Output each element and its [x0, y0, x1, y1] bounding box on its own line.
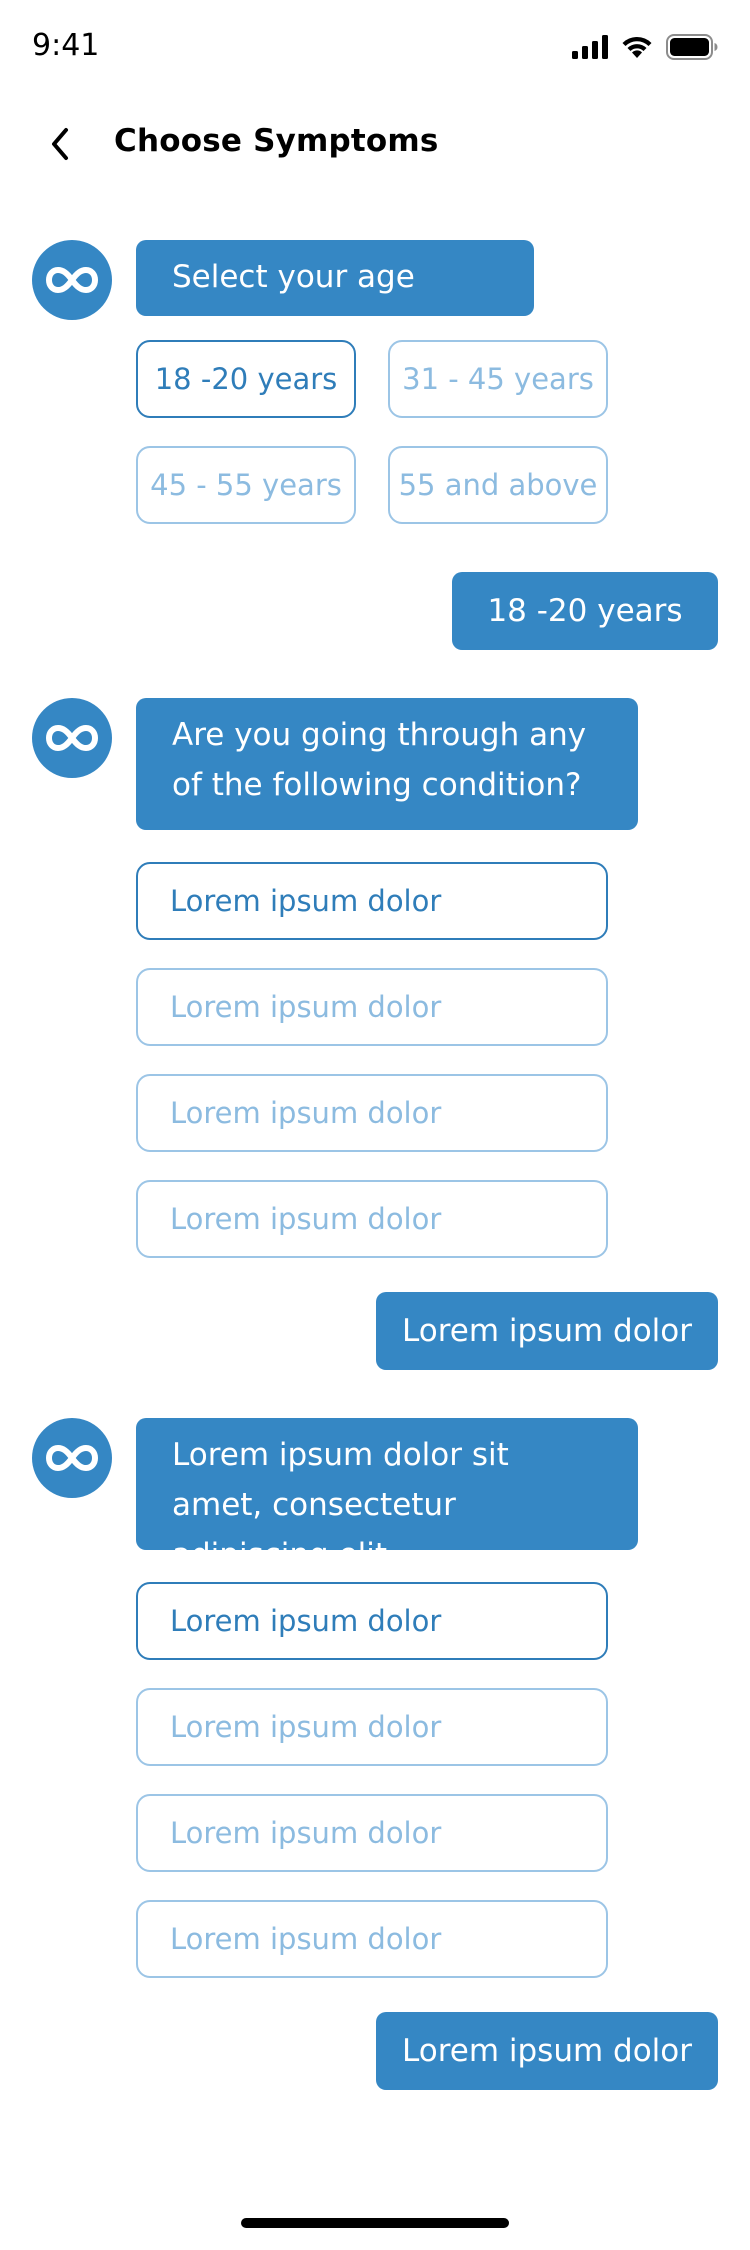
infinity-icon [46, 1445, 98, 1471]
option-label: Lorem ipsum dolor [170, 1096, 442, 1130]
option-label: 55 and above [398, 468, 598, 502]
back-button[interactable] [38, 122, 82, 166]
signal-icon [572, 35, 608, 59]
option-label: Lorem ipsum dolor [170, 990, 442, 1024]
status-time: 9:41 [32, 28, 100, 63]
symptom-option[interactable]: Lorem ipsum dolor [136, 1582, 608, 1660]
option-label: 18 -20 years [154, 362, 338, 396]
bot-message: Are you going through any of the followi… [136, 698, 638, 830]
user-reply-text: Lorem ipsum dolor [402, 2033, 692, 2069]
condition-option[interactable]: Lorem ipsum dolor [136, 1074, 608, 1152]
option-label: Lorem ipsum dolor [170, 1202, 442, 1236]
home-indicator [241, 2218, 509, 2228]
condition-option[interactable]: Lorem ipsum dolor [136, 968, 608, 1046]
user-reply: 18 -20 years [452, 572, 718, 650]
condition-option[interactable]: Lorem ipsum dolor [136, 1180, 608, 1258]
condition-option[interactable]: Lorem ipsum dolor [136, 862, 608, 940]
chevron-left-icon [52, 128, 68, 160]
user-reply-text: 18 -20 years [487, 593, 683, 629]
age-option[interactable]: 45 - 55 years [136, 446, 356, 524]
infinity-icon [46, 725, 98, 751]
option-label: 45 - 55 years [150, 468, 342, 502]
option-label: Lorem ipsum dolor [170, 884, 442, 918]
wifi-icon [622, 36, 652, 58]
option-label: Lorem ipsum dolor [170, 1922, 442, 1956]
option-label: Lorem ipsum dolor [170, 1710, 442, 1744]
age-option[interactable]: 31 - 45 years [388, 340, 608, 418]
status-bar: 9:41 [0, 0, 750, 92]
option-label: Lorem ipsum dolor [170, 1816, 442, 1850]
bot-avatar [32, 1418, 112, 1498]
page-title: Choose Symptoms [114, 123, 439, 159]
age-option[interactable]: 18 -20 years [136, 340, 356, 418]
bot-avatar [32, 698, 112, 778]
symptom-option[interactable]: Lorem ipsum dolor [136, 1688, 608, 1766]
user-reply-text: Lorem ipsum dolor [402, 1313, 692, 1349]
bot-message-text: Lorem ipsum dolor sit amet, consectetur … [172, 1437, 509, 1573]
bot-avatar [32, 240, 112, 320]
symptom-option[interactable]: Lorem ipsum dolor [136, 1900, 608, 1978]
option-label: Lorem ipsum dolor [170, 1604, 442, 1638]
symptom-option[interactable]: Lorem ipsum dolor [136, 1794, 608, 1872]
user-reply: Lorem ipsum dolor [376, 2012, 718, 2090]
infinity-icon [46, 267, 98, 293]
battery-icon [666, 34, 718, 60]
bot-message: Lorem ipsum dolor sit amet, consectetur … [136, 1418, 638, 1573]
option-label: 31 - 45 years [402, 362, 594, 396]
status-icons [572, 30, 718, 64]
bot-message: Select your age group [136, 240, 534, 345]
bot-message-text: Are you going through any of the followi… [172, 717, 587, 803]
age-option[interactable]: 55 and above [388, 446, 608, 524]
user-reply: Lorem ipsum dolor [376, 1292, 718, 1370]
bot-message-text: Select your age group [172, 259, 415, 345]
header: Choose Symptoms [0, 104, 750, 180]
